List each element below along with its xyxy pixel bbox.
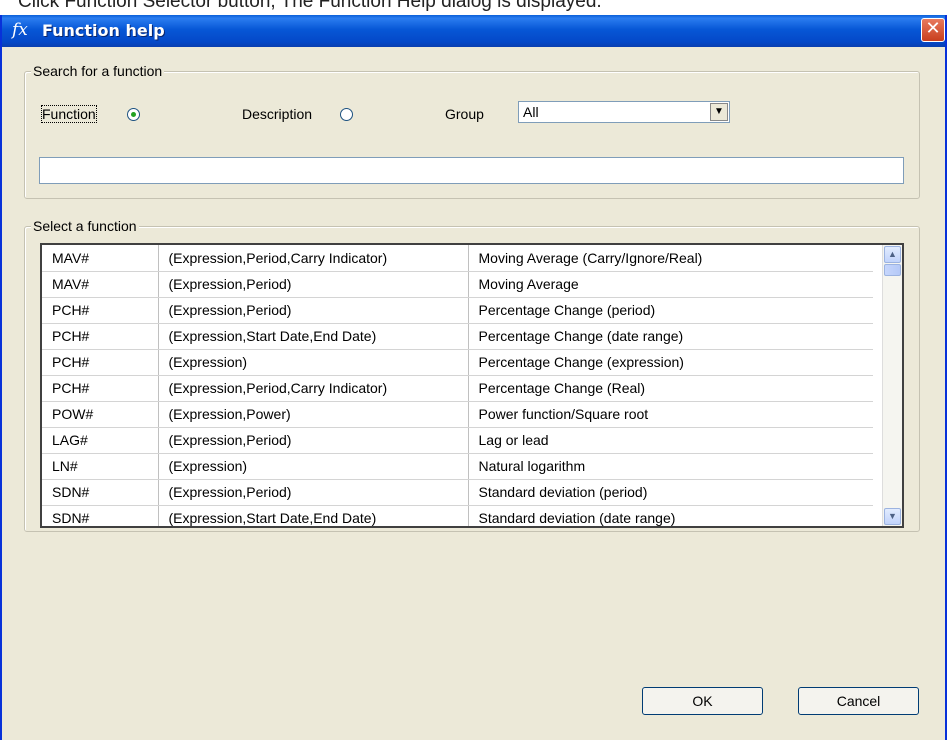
- table-row[interactable]: LN# (Expression) Natural logarithm: [42, 453, 873, 480]
- function-description-cell: Moving Average (Carry/Ignore/Real): [468, 245, 873, 272]
- scroll-thumb[interactable]: [884, 264, 901, 276]
- scroll-down-icon[interactable]: ▼: [884, 508, 901, 525]
- table-row[interactable]: PCH# (Expression,Period) Percentage Change…: [42, 297, 873, 324]
- function-name-cell: MAV#: [42, 271, 159, 298]
- scroll-up-icon[interactable]: ▲: [884, 246, 901, 263]
- group-select-value: All: [523, 104, 539, 120]
- document-caption: Click Function Selector button, The Func…: [18, 0, 602, 13]
- description-radio-label[interactable]: Description: [242, 106, 312, 122]
- function-list[interactable]: MAV# (Expression,Period,Carry Indicator) M…: [40, 243, 904, 528]
- cancel-button[interactable]: Cancel: [798, 687, 919, 715]
- function-name-cell: PCH#: [42, 297, 159, 324]
- table-row[interactable]: PCH# (Expression) Percentage Change (expre…: [42, 349, 873, 376]
- function-name-cell: POW#: [42, 401, 159, 428]
- search-input[interactable]: [39, 157, 904, 184]
- function-args-cell: (Expression): [158, 453, 469, 480]
- function-description-cell: Percentage Change (Real): [468, 375, 873, 402]
- title-bar[interactable]: fx Function help ✕: [2, 15, 945, 47]
- function-radio-label[interactable]: Function: [41, 105, 97, 123]
- vertical-scrollbar[interactable]: ▲ ▼: [882, 245, 902, 526]
- function-args-cell: (Expression,Period,Carry Indicator): [158, 245, 469, 272]
- dialog-title: Function help: [42, 21, 165, 40]
- function-description-cell: Power function/Square root: [468, 401, 873, 428]
- caption-prefix: Click Function Selector: [18, 0, 213, 12]
- function-radio[interactable]: [127, 108, 140, 121]
- function-name-cell: LAG#: [42, 427, 159, 454]
- group-select[interactable]: All ▼: [518, 101, 730, 123]
- function-args-cell: (Expression,Period): [158, 427, 469, 454]
- table-row[interactable]: PCH# (Expression,Start Date,End Date) Perc…: [42, 323, 873, 350]
- function-description-cell: Moving Average: [468, 271, 873, 298]
- function-args-cell: (Expression,Period,Carry Indicator): [158, 375, 469, 402]
- function-description-cell: Lag or lead: [468, 427, 873, 454]
- caption-suffix: button, The Function Help dialog is disp…: [217, 0, 602, 12]
- function-args-cell: (Expression,Period): [158, 271, 469, 298]
- function-name-cell: SDN#: [42, 505, 159, 526]
- fx-icon: fx: [12, 20, 28, 40]
- function-args-cell: (Expression,Start Date,End Date): [158, 505, 469, 526]
- function-description-cell: Standard deviation (date range): [468, 505, 873, 526]
- function-name-cell: MAV#: [42, 245, 159, 272]
- function-name-cell: PCH#: [42, 349, 159, 376]
- search-legend: Search for a function: [31, 63, 165, 79]
- description-radio[interactable]: [340, 108, 353, 121]
- function-name-cell: LN#: [42, 453, 159, 480]
- function-help-dialog: fx Function help ✕ Search for a function…: [0, 15, 947, 740]
- function-description-cell: Percentage Change (date range): [468, 323, 873, 350]
- function-name-cell: PCH#: [42, 375, 159, 402]
- table-row[interactable]: SDN# (Expression,Period) Standard deviatio…: [42, 479, 873, 506]
- chevron-down-icon[interactable]: ▼: [710, 103, 728, 121]
- table-row[interactable]: MAV# (Expression,Period,Carry Indicator) M…: [42, 245, 873, 272]
- function-name-cell: PCH#: [42, 323, 159, 350]
- function-args-cell: (Expression,Period): [158, 479, 469, 506]
- function-args-cell: (Expression,Start Date,End Date): [158, 323, 469, 350]
- table-row[interactable]: LAG# (Expression,Period) Lag or lead: [42, 427, 873, 454]
- ok-button[interactable]: OK: [642, 687, 763, 715]
- group-label: Group: [445, 106, 484, 122]
- function-args-cell: (Expression,Power): [158, 401, 469, 428]
- function-name-cell: SDN#: [42, 479, 159, 506]
- function-description-cell: Percentage Change (expression): [468, 349, 873, 376]
- select-legend: Select a function: [31, 218, 139, 234]
- table-row[interactable]: MAV# (Expression,Period) Moving Average: [42, 271, 873, 298]
- function-args-cell: (Expression): [158, 349, 469, 376]
- table-row[interactable]: POW# (Expression,Power) Power function/Squ…: [42, 401, 873, 428]
- function-args-cell: (Expression,Period): [158, 297, 469, 324]
- function-table: MAV# (Expression,Period,Carry Indicator) M…: [42, 245, 873, 526]
- table-row[interactable]: PCH# (Expression,Period,Carry Indicator) P…: [42, 375, 873, 402]
- function-description-cell: Percentage Change (period): [468, 297, 873, 324]
- function-description-cell: Standard deviation (period): [468, 479, 873, 506]
- table-row[interactable]: SDN# (Expression,Start Date,End Date) Stan…: [42, 505, 873, 526]
- close-button[interactable]: ✕: [921, 18, 945, 42]
- function-description-cell: Natural logarithm: [468, 453, 873, 480]
